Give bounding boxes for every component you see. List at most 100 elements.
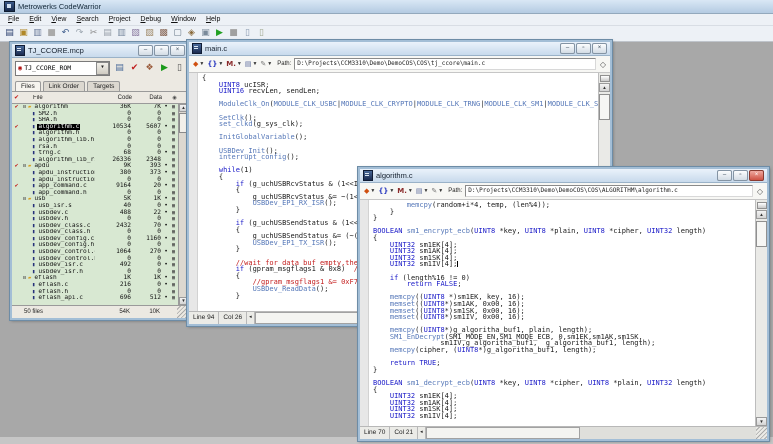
debug-icon[interactable]: ▯ <box>174 63 185 74</box>
collapse-icon[interactable]: ⊟ <box>21 275 28 282</box>
minimize-button[interactable]: – <box>138 45 153 56</box>
run-icon[interactable]: ▶ <box>214 28 225 39</box>
target-settings-icon[interactable]: ▦ <box>169 163 178 170</box>
file-path-field[interactable]: D:\Projects\CCM3310\Demo\DemoCOS\COS\ALG… <box>465 185 753 197</box>
line-indicator[interactable]: Line 70 <box>360 427 390 439</box>
scroll-left-icon[interactable]: ◂ <box>247 312 255 324</box>
stop-disabled-icon[interactable]: ■ <box>46 28 57 39</box>
debug-stop-icon[interactable]: ■ <box>228 28 239 39</box>
target-settings-icon[interactable]: ▦ <box>169 256 178 263</box>
horizontal-scrollbar[interactable] <box>426 427 756 439</box>
paste-icon[interactable]: ▥ <box>116 28 127 39</box>
vertical-scrollbar[interactable]: ▲ ▼ <box>755 200 767 426</box>
line-indicator[interactable]: Line 94 <box>189 312 219 324</box>
resize-grip[interactable] <box>756 427 767 439</box>
version-popup-button[interactable]: ✎▼ <box>431 187 443 195</box>
collapse-icon[interactable]: ⊟ <box>21 163 28 170</box>
target-settings-icon[interactable]: ▦ <box>169 295 178 302</box>
target-settings-icon[interactable]: ▦ <box>169 177 178 184</box>
menu-debug[interactable]: Debug <box>135 16 166 23</box>
file-row[interactable]: ▮eflash_api.c696512•▦ <box>12 295 178 302</box>
collapse-icon[interactable]: ⊟ <box>21 104 28 111</box>
target-settings-icon[interactable]: ▦ <box>169 229 178 236</box>
minimize-button[interactable]: – <box>717 170 732 181</box>
target-settings-icon[interactable]: ▦ <box>169 190 178 197</box>
project-folder-icon[interactable]: ▣ <box>200 28 211 39</box>
target-settings-icon[interactable]: ▦ <box>169 223 178 230</box>
target-settings-icon[interactable]: ▦ <box>169 111 178 118</box>
target-column-icon[interactable]: ◉ <box>170 95 179 101</box>
split-pane-handle[interactable] <box>757 202 767 209</box>
cut-icon[interactable]: ✂ <box>88 28 99 39</box>
project-window-titlebar[interactable]: TJ_CCORE.mcp – ▫ × <box>12 44 188 58</box>
target-selector[interactable]: ◉ TJ_CCORE_ROM ▼ <box>15 61 110 76</box>
scroll-down-icon[interactable]: ▼ <box>756 417 767 426</box>
scrollbar-thumb[interactable] <box>756 221 767 247</box>
settings-icon[interactable]: ◈ <box>186 28 197 39</box>
menu-edit[interactable]: Edit <box>24 16 46 23</box>
file-row[interactable]: ▮usbdev_class.c243270•▦ <box>12 223 178 230</box>
markers-popup-button[interactable]: M.▼ <box>397 187 413 195</box>
menu-file[interactable]: File <box>3 16 24 23</box>
target-settings-icon[interactable]: ▦ <box>169 210 178 217</box>
save-icon[interactable]: ▥ <box>32 28 43 39</box>
synchronize-icon[interactable]: ▤ <box>114 63 125 74</box>
scroll-left-icon[interactable]: ◂ <box>418 427 426 439</box>
file-popup-button[interactable]: ▤▼ <box>416 187 429 195</box>
target-settings-icon[interactable]: ▦ <box>169 216 178 223</box>
target-settings-icon[interactable]: ▦ <box>169 150 178 157</box>
file-row[interactable]: ▮SM2.h00▦ <box>12 111 178 118</box>
collapse-icon[interactable]: ⊟ <box>21 196 28 203</box>
new-file-icon[interactable]: ▤ <box>4 28 15 39</box>
target-settings-icon[interactable]: ▦ <box>169 282 178 289</box>
file-column-header[interactable]: File <box>21 95 96 101</box>
menu-search[interactable]: Search <box>71 16 103 23</box>
tab-targets[interactable]: Targets <box>87 81 120 91</box>
file-row[interactable]: ▮algorithm.h00▦ <box>12 130 178 137</box>
run-icon[interactable]: ▶ <box>159 63 170 74</box>
braces-popup-button[interactable]: {}▼ <box>378 187 394 195</box>
scrollbar-thumb[interactable] <box>599 94 610 120</box>
close-button[interactable]: × <box>592 43 607 54</box>
file-row[interactable]: ▮apdu_instruction.c380373•▦ <box>12 170 178 177</box>
file-row[interactable]: ✔⊟▰algorithm36K7K•▦ <box>12 104 178 111</box>
source-doc-icon[interactable]: ▯ <box>242 28 253 39</box>
target-settings-icon[interactable]: ▦ <box>169 137 178 144</box>
maximize-button[interactable]: ▫ <box>576 43 591 54</box>
file-row[interactable]: ▮eflash.c2160•▦ <box>12 282 178 289</box>
target-settings-icon[interactable]: ▦ <box>169 242 178 249</box>
markers-popup-button[interactable]: M.▼ <box>226 60 242 68</box>
file-row[interactable]: ▮usbdev_control.c1064270•▦ <box>12 249 178 256</box>
file-row[interactable]: ▮usbdev_control.h00▦ <box>12 256 178 263</box>
target-settings-icon[interactable]: ▦ <box>169 117 178 124</box>
menu-view[interactable]: View <box>46 16 71 23</box>
code-column-header[interactable]: Code <box>96 95 134 101</box>
target-dropdown-arrow[interactable]: ▼ <box>96 62 109 75</box>
target-settings-icon[interactable]: ▦ <box>169 196 178 203</box>
menu-window[interactable]: Window <box>166 16 201 23</box>
window-icon[interactable]: ▢ <box>172 28 183 39</box>
target-settings-icon[interactable]: ▦ <box>169 275 178 282</box>
main-editor-titlebar[interactable]: main.c – ▫ × <box>189 42 610 56</box>
target-settings-icon[interactable]: ▦ <box>169 130 178 137</box>
compile-icon[interactable]: ▩ <box>158 28 169 39</box>
file-row[interactable]: ▮usbdev_isr.c4920•▦ <box>12 262 178 269</box>
file-row[interactable]: ▮rsa.h00▦ <box>12 144 178 151</box>
maximize-button[interactable]: ▫ <box>733 170 748 181</box>
file-row[interactable]: ⊟▰usb5K1K•▦ <box>12 196 178 203</box>
revert-icon[interactable]: ▧ <box>130 28 141 39</box>
scroll-up-icon[interactable]: ▲ <box>599 83 610 92</box>
menu-help[interactable]: Help <box>201 16 225 23</box>
target-settings-icon[interactable]: ▦ <box>169 269 178 276</box>
touch-column-icon[interactable]: ✔ <box>12 94 21 101</box>
tab-link-order[interactable]: Link Order <box>43 81 85 91</box>
open-folder-icon[interactable]: ▣ <box>18 28 29 39</box>
minimize-button[interactable]: – <box>560 43 575 54</box>
file-path-field[interactable]: D:\Projects\CCM3310\Demo\DemoCOS\COS\tj_… <box>294 58 596 70</box>
file-popup-button[interactable]: ▤▼ <box>245 60 258 68</box>
target-settings-icon[interactable]: ▦ <box>169 144 178 151</box>
menu-project[interactable]: Project <box>104 16 136 23</box>
algorithm-editor-titlebar[interactable]: algorithm.c – ▫ × <box>360 169 767 183</box>
target-settings-icon[interactable]: ▦ <box>169 170 178 177</box>
scrollbar-thumb[interactable] <box>426 427 580 439</box>
